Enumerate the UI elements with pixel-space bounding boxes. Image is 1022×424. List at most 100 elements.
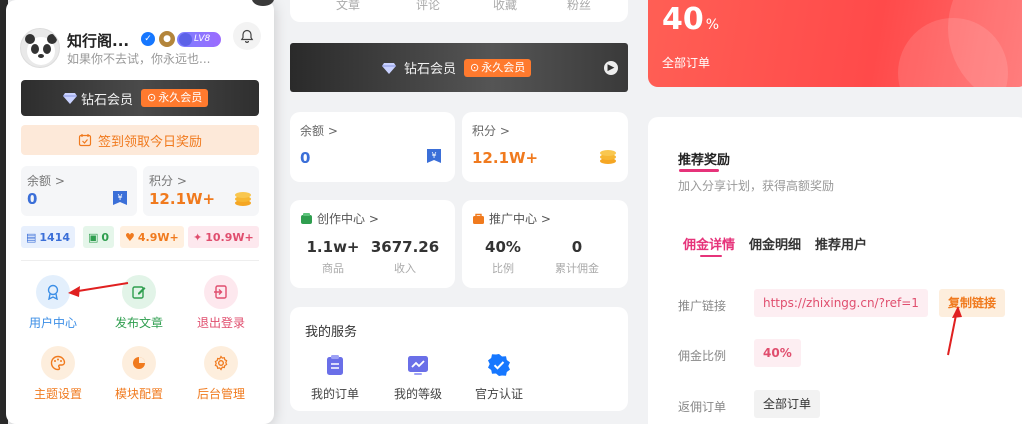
- menu-label: 用户中心: [28, 316, 77, 330]
- balance-value: 0: [27, 190, 38, 208]
- tab-commission-records[interactable]: 佣金明细: [749, 234, 801, 253]
- verified-icon: ✓: [141, 32, 155, 46]
- document-icon: ▤: [26, 230, 37, 244]
- balance-label: 余额 >: [300, 124, 338, 138]
- checkin-label: 签到领取今日奖励: [97, 134, 202, 150]
- medal-icon: [47, 284, 59, 300]
- goods-label: 商品: [322, 262, 344, 275]
- gear-icon: [214, 355, 228, 371]
- hot-stat-chip[interactable]: ✦ 10.9W+: [188, 226, 259, 248]
- thumbs-up-icon: ♥: [125, 230, 135, 244]
- service-label: 我的等级: [393, 387, 442, 401]
- coins-icon: [600, 150, 616, 164]
- service-my-level[interactable]: 我的等级: [383, 353, 453, 402]
- creator-center-card[interactable]: 创作中心 > 1.1w+ 商品 3677.26 收入: [290, 200, 455, 288]
- vip-tag: ⊙ 永久会员: [141, 89, 209, 107]
- my-services-card: 我的服务 我的订单 我的等级 官方认证: [290, 307, 628, 411]
- rebate-orders-button[interactable]: 全部订单: [754, 390, 821, 418]
- points-label: 积分 >: [472, 124, 510, 138]
- stat-label-comments[interactable]: 评论: [416, 0, 440, 13]
- income-label: 收入: [394, 262, 416, 275]
- menu-publish-article[interactable]: 发布文章: [104, 275, 174, 331]
- menu-user-center[interactable]: 用户中心: [18, 275, 88, 331]
- diamond-icon: [63, 93, 77, 104]
- menu-label: 模块配置: [114, 387, 163, 401]
- points-mini-card[interactable]: 积分 > 12.1W+: [143, 166, 259, 216]
- stat-label-favorites[interactable]: 收藏: [493, 0, 517, 13]
- vip-banner[interactable]: 钻石会员 ⊙ 永久会员 ▶: [290, 43, 628, 92]
- user-name[interactable]: 知行阁...: [67, 30, 129, 51]
- all-orders-card[interactable]: 40% 全部订单: [648, 0, 1022, 87]
- creator-icon: [301, 213, 312, 224]
- points-card[interactable]: 积分 > 12.1W+: [462, 112, 628, 182]
- profile-stats-card: 文章 评论 收藏 粉丝: [290, 0, 628, 22]
- points-value: 12.1W+: [472, 149, 539, 167]
- edit-icon: [132, 286, 146, 299]
- logout-icon: [214, 285, 227, 299]
- referral-title: 推荐奖励: [678, 153, 731, 168]
- menu-label: 主题设置: [33, 387, 82, 401]
- pie-chart-icon: [133, 357, 145, 369]
- service-label: 我的订单: [310, 387, 359, 401]
- clock-icon: ⊙: [147, 91, 157, 104]
- coins-icon: [235, 192, 251, 206]
- menu-theme-settings[interactable]: 主题设置: [23, 346, 93, 402]
- vip-label: 钻石会员: [404, 62, 457, 77]
- menu-admin[interactable]: 后台管理: [186, 346, 256, 402]
- diamond-icon: [382, 62, 396, 74]
- calendar-check-icon: [78, 134, 92, 147]
- notification-bell-button[interactable]: [233, 22, 261, 50]
- menu-label: 后台管理: [196, 387, 245, 401]
- balance-mini-card[interactable]: 余额 > 0 ¥: [21, 166, 137, 216]
- chart-icon: [408, 356, 428, 375]
- points-value: 12.1W+: [149, 190, 216, 208]
- stat-label-articles[interactable]: 文章: [336, 0, 360, 13]
- wallet-icon: ¥: [427, 149, 441, 163]
- promotion-icon: [473, 213, 484, 224]
- commission-ratio-value: 40%: [754, 339, 801, 367]
- user-motto: 如果你不去试，你永远也...: [67, 52, 211, 66]
- likes-stat-chip[interactable]: ♥ 4.9W+: [120, 226, 184, 248]
- copy-link-button[interactable]: 复制链接: [939, 289, 1006, 317]
- promotion-ratio: 40%: [485, 238, 521, 256]
- menu-label: 退出登录: [196, 316, 245, 330]
- verified-icon: [488, 354, 510, 376]
- tab-commission-details[interactable]: 佣金详情: [683, 234, 735, 253]
- menu-logout[interactable]: 退出登录: [186, 275, 256, 331]
- promotion-center-link[interactable]: 推广中心 >: [472, 210, 551, 227]
- stat-label-fans[interactable]: 粉丝: [567, 0, 591, 13]
- clipboard-icon: [327, 355, 343, 375]
- active-tab-underline: [700, 255, 722, 257]
- chevron-right-icon[interactable]: ▶: [604, 61, 618, 75]
- order-percent: 40%: [662, 2, 720, 37]
- bell-icon: [240, 29, 254, 43]
- comment-icon: ▣: [88, 230, 99, 244]
- tab-referred-users[interactable]: 推荐用户: [815, 234, 867, 253]
- services-title: 我的服务: [305, 325, 358, 340]
- avatar[interactable]: [20, 28, 60, 68]
- referral-link-label: 推广链接: [678, 299, 727, 313]
- service-official-verification[interactable]: 官方认证: [464, 353, 534, 402]
- rebate-orders-label: 返佣订单: [678, 400, 727, 414]
- bear-badge-icon: ●: [159, 31, 175, 47]
- wallet-icon: ¥: [113, 191, 127, 205]
- menu-module-config[interactable]: 模块配置: [104, 346, 174, 402]
- menu-label: 发布文章: [114, 316, 163, 330]
- posts-stat-chip[interactable]: ▤ 1414: [21, 226, 76, 248]
- promotion-center-card[interactable]: 推广中心 > 40% 比例 0 累计佣金: [462, 200, 628, 288]
- vip-bar[interactable]: 钻石会员 ⊙ 永久会员: [21, 80, 259, 116]
- checkin-button[interactable]: 签到领取今日奖励: [21, 125, 259, 155]
- comments-stat-chip[interactable]: ▣ 0: [83, 226, 115, 248]
- service-label: 官方认证: [474, 387, 523, 401]
- service-my-orders[interactable]: 我的订单: [300, 353, 370, 402]
- commission-total: 0: [571, 238, 583, 256]
- creator-center-link[interactable]: 创作中心 >: [300, 210, 379, 227]
- referral-link-field[interactable]: https://zhixingg.cn/?ref=1: [754, 289, 928, 317]
- goods-count: 1.1w+: [306, 238, 360, 256]
- income-value: 3677.26: [370, 238, 440, 256]
- balance-card[interactable]: 余额 > 0 ¥: [290, 112, 455, 182]
- level-badge: LV8: [177, 32, 221, 47]
- svg-text:¥: ¥: [117, 193, 122, 202]
- clock-icon: ⊙: [470, 60, 480, 74]
- all-orders-label: 全部订单: [662, 56, 711, 70]
